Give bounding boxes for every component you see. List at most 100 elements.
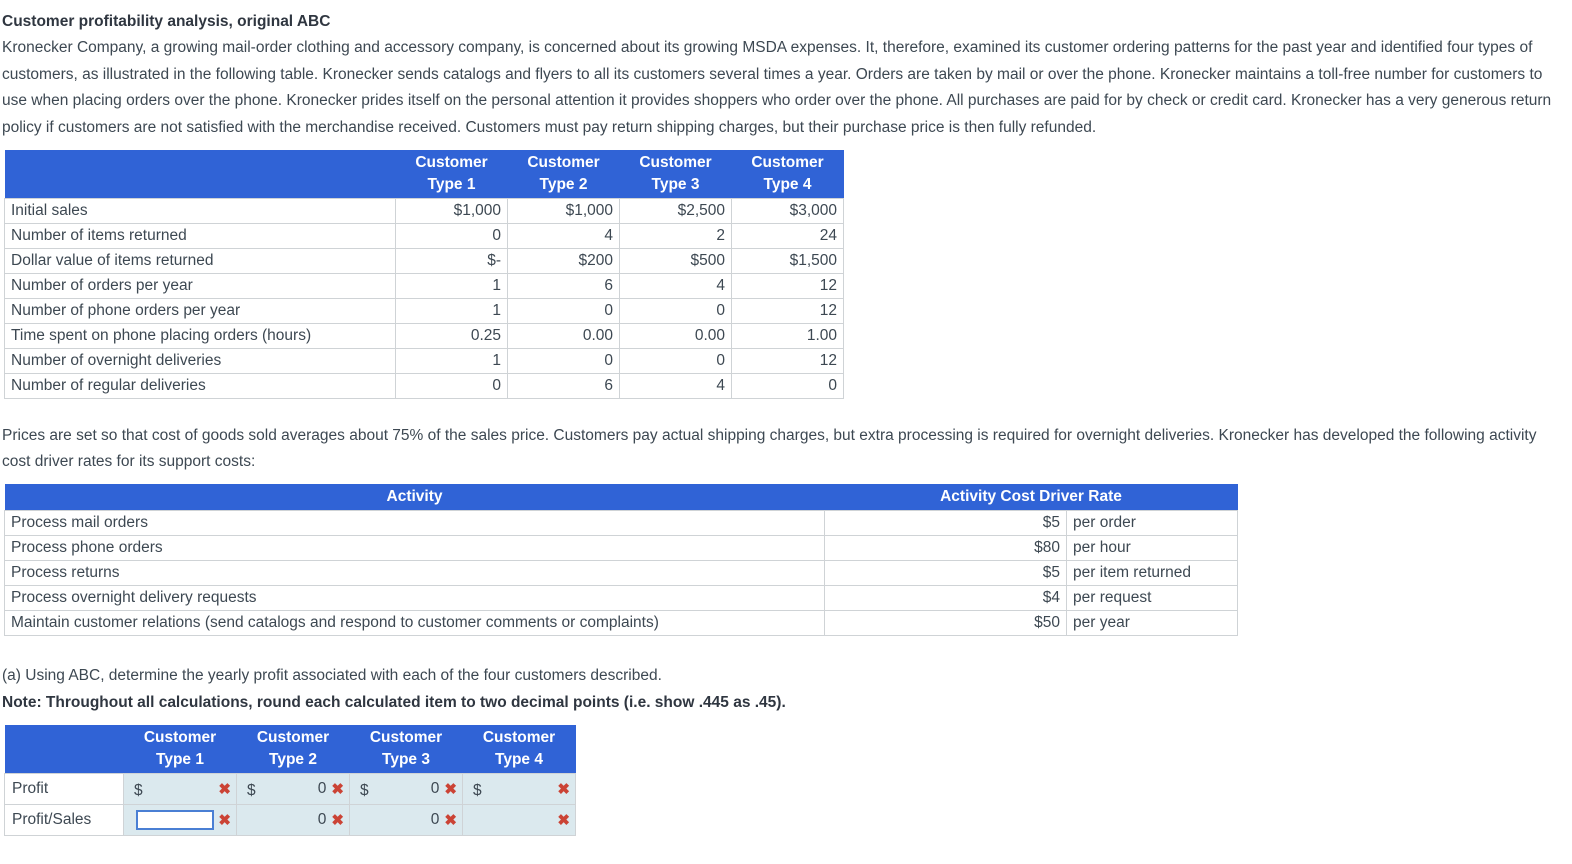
column-header-customer-type-1: Customer Type 1	[395, 149, 508, 199]
profit-sales-type-1-input[interactable]	[136, 810, 215, 831]
column-header-line1: Customer	[639, 153, 712, 171]
activity-unit: per order	[1066, 509, 1238, 536]
activity-rate: $80	[824, 534, 1067, 561]
cell-value: 0.25	[395, 322, 508, 349]
column-header-line1: Customer	[751, 153, 824, 171]
cell-value: $200	[507, 247, 620, 274]
row-label: Number of items returned	[4, 222, 396, 249]
question-text: (a) Using ABC, determine the yearly prof…	[2, 666, 662, 684]
answer-cell-profit-sales-type-2[interactable]: 0 ✖	[236, 804, 350, 837]
answer-value: 0	[317, 780, 327, 798]
answer-column-header-customer-type-4: Customer Type 4	[462, 725, 576, 774]
activity-unit: per item returned	[1066, 559, 1238, 586]
cell-value: $3,000	[731, 197, 844, 224]
activity-rate: $4	[824, 584, 1067, 611]
column-header-activity: Activity	[4, 483, 825, 511]
table-row: Number of phone orders per year 1 0 0 12	[4, 297, 844, 324]
dollar-sign-prefix: $	[134, 782, 143, 800]
answer-cell-profit-type-2[interactable]: $ 0 ✖	[236, 773, 350, 806]
column-header-line1: Customer	[415, 153, 488, 171]
prices-paragraph: Prices are set so that cost of goods sol…	[2, 426, 1537, 471]
row-label: Profit/Sales	[4, 804, 124, 837]
activity-unit: per request	[1066, 584, 1238, 611]
cell-value: $500	[619, 247, 732, 274]
cell-value: 4	[507, 222, 620, 249]
incorrect-icon[interactable]: ✖	[330, 782, 346, 797]
activity-name: Process overnight delivery requests	[4, 584, 825, 611]
column-header-line2: Type 3	[382, 751, 430, 769]
incorrect-icon[interactable]: ✖	[330, 813, 346, 828]
answer-cell-profit-type-3[interactable]: $ 0 ✖	[349, 773, 463, 806]
activity-unit: per year	[1066, 609, 1238, 636]
cell-value: 2	[619, 222, 732, 249]
answer-cell-profit-type-1[interactable]: $ ✖	[123, 773, 237, 806]
activity-name: Process phone orders	[4, 534, 825, 561]
incorrect-icon[interactable]: ✖	[556, 782, 572, 797]
answer-column-header-customer-type-2: Customer Type 2	[236, 725, 350, 774]
activity-rate: $50	[824, 609, 1067, 636]
incorrect-icon[interactable]: ✖	[217, 813, 233, 828]
cell-value: 0	[619, 297, 732, 324]
cell-value: 1.00	[731, 322, 844, 349]
customer-types-table-body: Initial sales $1,000 $1,000 $2,500 $3,00…	[4, 197, 844, 399]
cell-value: 12	[731, 347, 844, 374]
table-row: Number of orders per year 1 6 4 12	[4, 272, 844, 299]
answer-cell-profit-sales-type-1[interactable]: ✖	[123, 804, 237, 837]
cell-value: 4	[619, 272, 732, 299]
answer-row-profit: Profit $ ✖ $ 0 ✖ $ 0 ✖ $ ✖	[4, 773, 576, 806]
table-row: Process overnight delivery requests $4 p…	[4, 584, 1238, 611]
column-header-line2: Type 4	[763, 175, 812, 193]
page-title: Customer profitability analysis, origina…	[2, 13, 331, 30]
column-header-line1: Customer	[482, 729, 556, 747]
row-label: Number of overnight deliveries	[4, 347, 396, 374]
activity-table-body: Process mail orders $5 per order Process…	[4, 509, 1238, 636]
column-header-line1: Customer	[369, 729, 443, 747]
table-row: Number of overnight deliveries 1 0 0 12	[4, 347, 844, 374]
table-row: Process returns $5 per item returned	[4, 559, 1238, 586]
activity-name: Process returns	[4, 559, 825, 586]
cell-value: 0.00	[619, 322, 732, 349]
cell-value: 1	[395, 347, 508, 374]
column-header-line2: Type 3	[651, 175, 700, 193]
column-header-line2: Type 1	[427, 175, 476, 193]
cell-value: 1	[395, 272, 508, 299]
cell-value: $2,500	[619, 197, 732, 224]
answer-row-profit-sales: Profit/Sales ✖ 0 ✖ 0 ✖ ✖	[4, 804, 576, 837]
activity-table-head: Activity Activity Cost Driver Rate	[4, 483, 1238, 511]
answer-cell-profit-sales-type-3[interactable]: 0 ✖	[349, 804, 463, 837]
table-row: Number of items returned 0 4 2 24	[4, 222, 844, 249]
cell-value: 4	[619, 372, 732, 399]
dollar-sign-prefix: $	[473, 782, 482, 800]
answer-value: 0	[317, 811, 327, 829]
incorrect-icon[interactable]: ✖	[443, 782, 459, 797]
column-header-customer-type-3: Customer Type 3	[619, 149, 732, 199]
table-header-row: Customer Type 1 Customer Type 2 Customer…	[4, 149, 844, 199]
answer-cell-profit-sales-type-4[interactable]: ✖	[462, 804, 576, 837]
row-label: Dollar value of items returned	[4, 247, 396, 274]
incorrect-icon[interactable]: ✖	[217, 782, 233, 797]
answer-column-header-customer-type-3: Customer Type 3	[349, 725, 463, 774]
table-row: Dollar value of items returned $- $200 $…	[4, 247, 844, 274]
incorrect-icon[interactable]: ✖	[443, 813, 459, 828]
column-header-line2: Type 2	[269, 751, 317, 769]
incorrect-icon[interactable]: ✖	[556, 813, 572, 828]
cell-value: 6	[507, 272, 620, 299]
activity-name: Process mail orders	[4, 509, 825, 536]
cell-value: 0	[507, 347, 620, 374]
cell-value: 12	[731, 297, 844, 324]
row-label: Initial sales	[4, 197, 396, 224]
answer-cell-profit-type-4[interactable]: $ ✖	[462, 773, 576, 806]
column-header-line1: Customer	[256, 729, 330, 747]
column-header-activity-cost-driver-rate: Activity Cost Driver Rate	[824, 483, 1238, 511]
intro-paragraph: Kronecker Company, a growing mail-order …	[2, 39, 1552, 136]
activity-cost-driver-table: Activity Activity Cost Driver Rate Proce…	[4, 483, 1238, 636]
customer-types-table: Customer Type 1 Customer Type 2 Customer…	[4, 149, 844, 399]
cell-value: 24	[731, 222, 844, 249]
answer-table: Customer Type 1 Customer Type 2 Customer…	[4, 725, 576, 837]
row-label: Profit	[4, 773, 124, 806]
row-label: Number of regular deliveries	[4, 372, 396, 399]
row-label: Time spent on phone placing orders (hour…	[4, 322, 396, 349]
cell-value: 1	[395, 297, 508, 324]
